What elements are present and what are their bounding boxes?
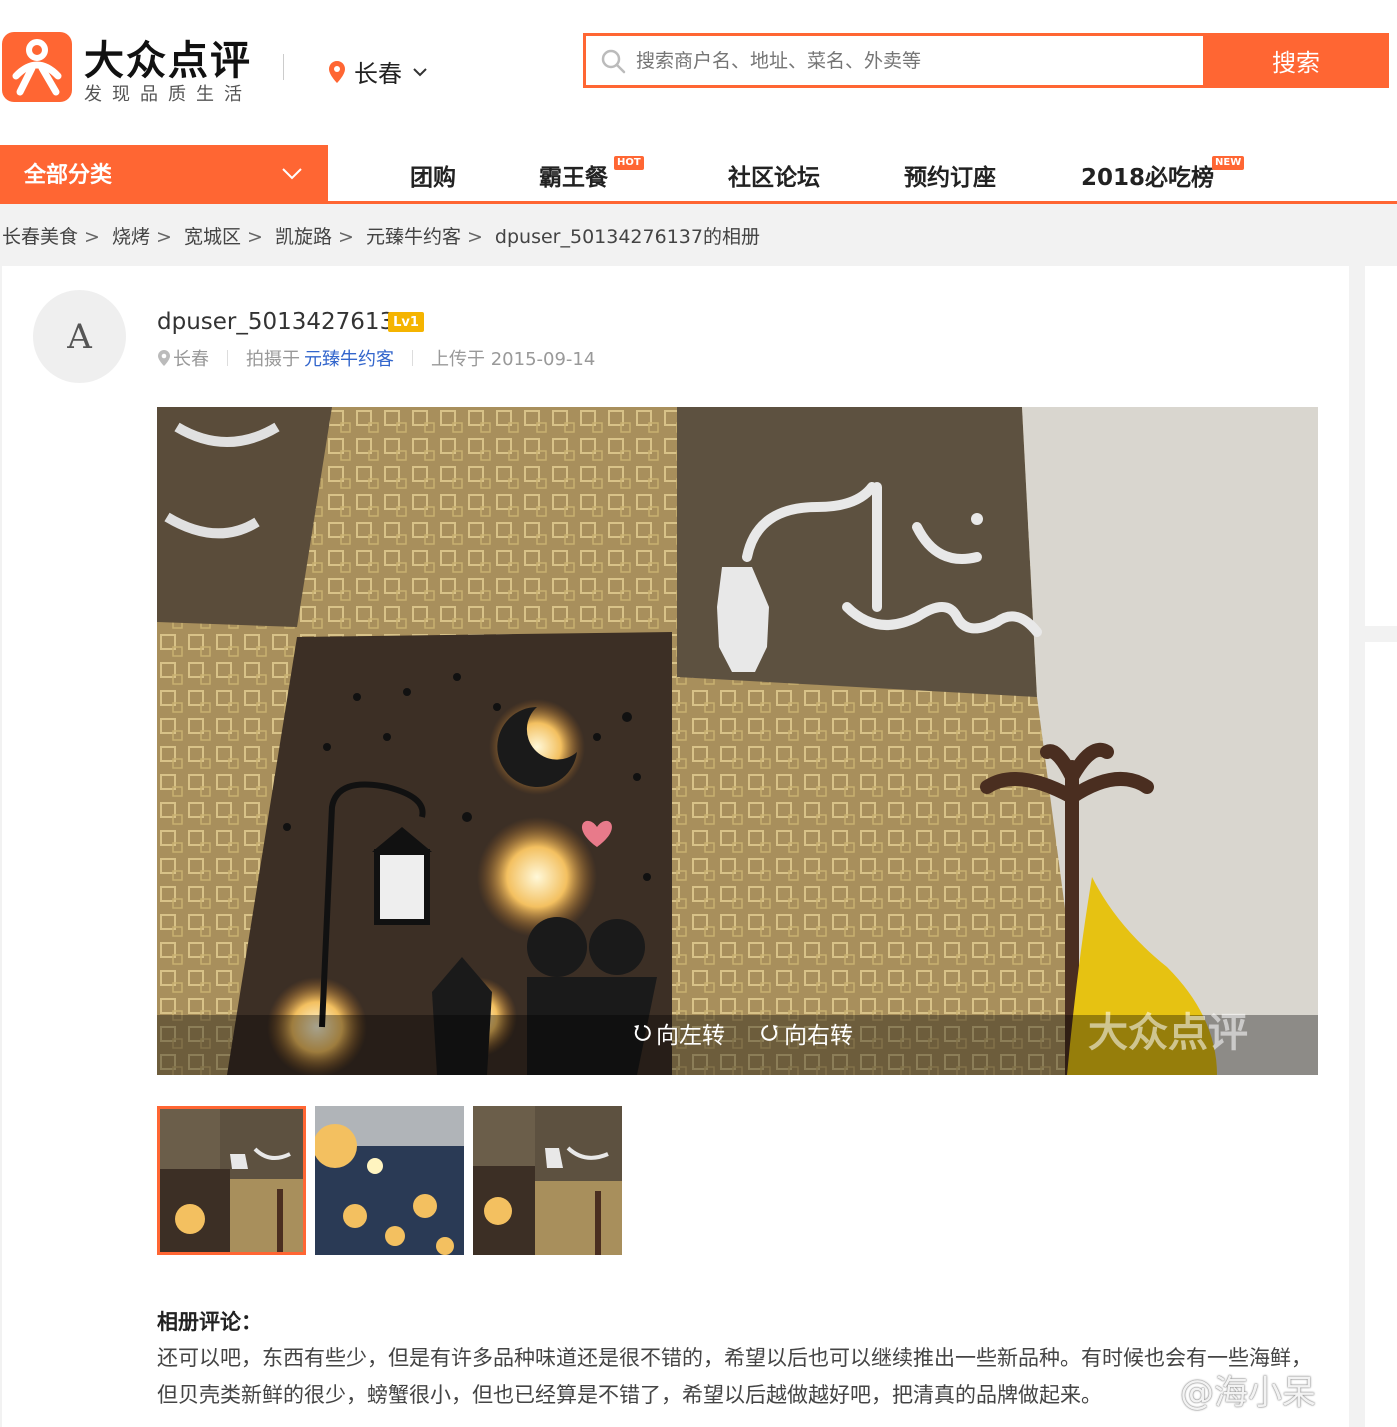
rotate-right-button[interactable]: 向右转	[760, 1016, 853, 1050]
photo-watermark: 大众点评	[1088, 1010, 1248, 1056]
breadcrumb-item[interactable]: 长春美食	[2, 226, 78, 248]
nav-label: 团购	[410, 165, 456, 191]
chevron-down-icon	[413, 67, 427, 76]
rotate-left-label: 向左转	[656, 1023, 725, 1049]
avatar-glyph: A	[67, 316, 92, 357]
thumbnail-2[interactable]	[315, 1106, 464, 1255]
breadcrumb-item[interactable]: 凯旋路	[275, 226, 332, 248]
user-level-badge: Lv1	[388, 312, 424, 332]
breadcrumb-item[interactable]: 烧烤	[112, 226, 150, 248]
nav-label: 霸王餐	[539, 165, 608, 191]
nav-item-reservation[interactable]: 预约订座	[904, 158, 996, 192]
meta-divider	[412, 350, 413, 366]
nav-item-group-buy[interactable]: 团购	[410, 158, 456, 192]
main-photo[interactable]	[157, 407, 1318, 1075]
location-pin-icon	[329, 60, 345, 83]
user-city: 长春	[173, 349, 209, 370]
location-pin-icon	[158, 350, 170, 366]
breadcrumb: 长春美食 > 烧烤 > 宽城区 > 凯旋路 > 元臻牛约客 > dpuser_501342…	[2, 222, 766, 249]
breadcrumb-item[interactable]: 元臻牛约客	[366, 226, 461, 248]
thumbnail-image	[315, 1106, 464, 1255]
breadcrumb-item[interactable]: 宽城区	[184, 226, 241, 248]
all-categories-menu[interactable]: 全部分类	[0, 145, 328, 201]
logo-slogan: 发现品质生活	[84, 84, 252, 105]
search-box	[583, 33, 1203, 88]
user-avatar[interactable]: A	[33, 290, 126, 383]
logo-title[interactable]: 大众点评	[84, 28, 252, 86]
upload-date: 上传于 2015-09-14	[431, 349, 596, 370]
nav-label: 社区论坛	[728, 165, 820, 191]
nav-item-free-meal[interactable]: 霸王餐 HOT	[539, 156, 644, 192]
chevron-down-icon	[282, 168, 302, 180]
nav-label: 2018必吃榜	[1081, 165, 1215, 191]
search-input[interactable]	[636, 49, 1176, 72]
rotate-left-button[interactable]: 向左转	[632, 1016, 725, 1050]
side-panel	[1365, 266, 1397, 626]
search-icon	[601, 49, 626, 73]
rotate-left-icon	[634, 1025, 651, 1041]
user-name[interactable]: dpuser_50134276137	[157, 309, 409, 335]
breadcrumb-separator: >	[84, 226, 100, 248]
all-categories-label: 全部分类	[24, 163, 113, 188]
meta-divider	[227, 350, 228, 366]
rotate-right-label: 向右转	[784, 1023, 853, 1049]
photo-meta: 长春 拍摄于 元臻牛约客 上传于 2015-09-14	[157, 345, 595, 371]
site-header: 大众点评 发现品质生活 长春 搜索	[0, 0, 1397, 128]
hot-badge: HOT	[614, 156, 644, 170]
breadcrumb-separator: >	[246, 226, 263, 248]
dianping-logo-icon[interactable]	[2, 32, 72, 102]
city-selector[interactable]: 长春	[328, 54, 428, 89]
thumbnail-image	[473, 1106, 622, 1255]
weibo-watermark: @海小呆	[1180, 1373, 1316, 1413]
thumbnail-3[interactable]	[473, 1106, 622, 1255]
thumbnail-1[interactable]	[157, 1106, 306, 1255]
side-panel	[1365, 642, 1397, 1427]
new-badge: NEW	[1212, 156, 1245, 170]
search-button[interactable]: 搜索	[1203, 33, 1389, 88]
breadcrumb-current: dpuser_50134276137的相册	[494, 226, 760, 248]
nav-item-forum[interactable]: 社区论坛	[728, 158, 820, 192]
shop-link[interactable]: 元臻牛约客	[304, 345, 394, 371]
album-comment-title: 相册评论：	[157, 1310, 262, 1334]
breadcrumb-separator: >	[466, 226, 483, 248]
city-name: 长春	[354, 60, 402, 88]
restaurant-photo	[157, 407, 1318, 1075]
nav-item-must-eat-2018[interactable]: 2018必吃榜 NEW	[1081, 156, 1245, 192]
thumbnail-image	[160, 1109, 303, 1252]
breadcrumb-separator: >	[156, 226, 172, 248]
album-comment-text: 还可以吧，东西有些少，但是有许多品种味道还是很不错的，希望以后也可以继续推出一些…	[157, 1346, 1312, 1407]
breadcrumb-separator: >	[337, 226, 354, 248]
nav-label: 预约订座	[904, 165, 996, 191]
main-nav: 全部分类 团购 霸王餐 HOT 社区论坛 预约订座 2018必吃榜 NEW	[0, 128, 1397, 204]
rotate-right-icon	[761, 1025, 778, 1041]
logo-divider	[283, 54, 284, 80]
shot-at-label: 拍摄于	[246, 349, 300, 370]
